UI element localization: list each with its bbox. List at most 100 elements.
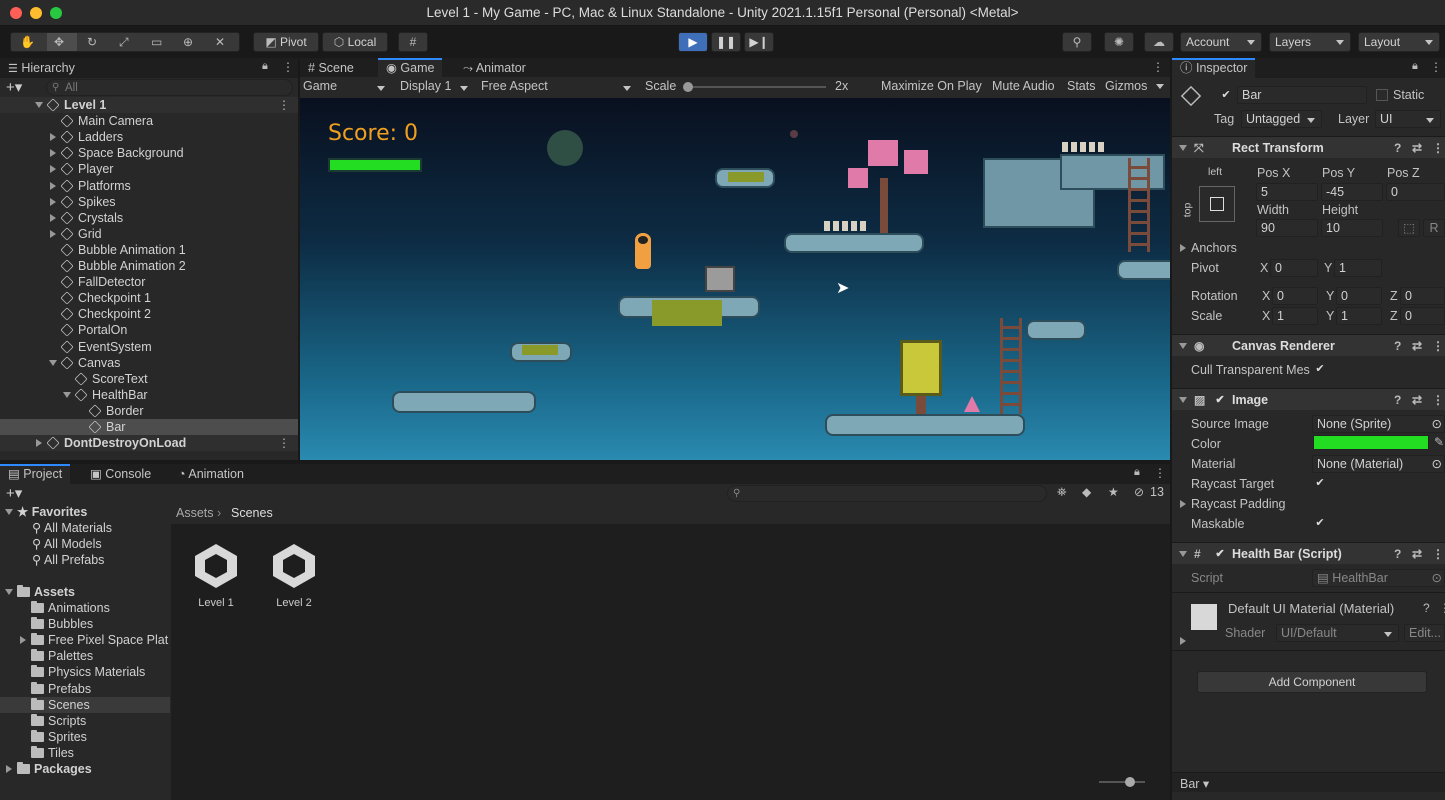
display-dropdown[interactable]: Display 1 [400, 79, 474, 93]
health-bar-script-header[interactable]: # ✔ Health Bar (Script) ? ⇄ ⋮ [1172, 542, 1445, 564]
active-checkbox[interactable]: ✔ [1220, 89, 1232, 101]
asset-folder-item[interactable]: Free Pixel Space Plat [0, 632, 170, 648]
posz-field[interactable]: 0 [1386, 183, 1445, 201]
pivot-y-field[interactable]: 1 [1334, 259, 1382, 277]
maskable-checkbox[interactable]: ✔ [1314, 517, 1326, 529]
lock-icon[interactable]: 🔒︎ [1412, 60, 1418, 73]
local-toggle[interactable]: ⬡ Local [322, 32, 388, 52]
help-icon[interactable]: ? [1394, 137, 1401, 159]
object-name-field[interactable]: Bar [1237, 86, 1367, 104]
hierarchy-item[interactable]: EventSystem [0, 339, 298, 355]
object-picker-icon[interactable]: ⊙ [1432, 416, 1442, 432]
preview-target-dropdown[interactable]: Bar ▾ [1180, 776, 1209, 791]
icon-size-slider-handle[interactable] [1125, 777, 1135, 787]
blueprint-mode-button[interactable]: ⬚ [1398, 219, 1420, 237]
scale-slider-handle[interactable] [683, 82, 693, 92]
expand-icon[interactable] [50, 229, 56, 238]
lock-icon[interactable]: 🔒︎ [1134, 466, 1140, 479]
hierarchy-item[interactable]: HealthBar [0, 387, 298, 403]
expand-icon[interactable] [49, 359, 57, 366]
layer-dropdown[interactable]: UI [1375, 110, 1441, 128]
menu-kebab-icon[interactable]: ⋮ [278, 97, 290, 113]
scale-x-field[interactable]: 1 [1272, 307, 1318, 325]
tab-animator[interactable]: ⤳ Animator [455, 58, 534, 78]
menu-kebab-icon[interactable]: ⋮ [1152, 60, 1164, 74]
breadcrumb-assets[interactable]: Assets [176, 506, 214, 520]
anchor-presets-button[interactable] [1199, 186, 1235, 222]
expand-icon[interactable] [50, 213, 56, 222]
menu-kebab-icon[interactable]: ⋮ [1432, 335, 1444, 357]
rotate-tool-icon[interactable]: ↻ [87, 33, 97, 51]
asset-folder-item[interactable]: Physics Materials [0, 664, 170, 680]
expand-icon[interactable] [50, 133, 56, 142]
hierarchy-item[interactable]: Player [0, 161, 298, 177]
rotation-x-field[interactable]: 0 [1272, 287, 1318, 305]
menu-kebab-icon[interactable]: ⋮ [282, 60, 294, 74]
menu-kebab-icon[interactable]: ⋮ [1439, 601, 1445, 615]
project-search-input[interactable]: ⚲ [727, 485, 1047, 502]
asset-folder-item[interactable]: Scenes [0, 696, 170, 713]
presets-icon[interactable]: ⇄ [1412, 543, 1422, 565]
raw-edit-button[interactable]: R [1423, 219, 1445, 237]
add-component-button[interactable]: Add Component [1197, 671, 1427, 693]
favorite-item[interactable]: ⚲ All Materials [32, 520, 112, 536]
stats-toggle[interactable]: Stats [1067, 79, 1096, 93]
grid-snap-button[interactable]: # [398, 32, 428, 52]
help-icon[interactable]: ? [1423, 601, 1430, 615]
posx-field[interactable]: 5 [1256, 183, 1318, 201]
expand-icon[interactable] [36, 439, 42, 448]
cull-transparent-checkbox[interactable]: ✔ [1314, 363, 1326, 375]
hierarchy-item[interactable]: ScoreText [0, 371, 298, 387]
eyedropper-icon[interactable]: ✎ [1434, 435, 1444, 449]
create-asset-button[interactable]: +▾ [6, 484, 22, 502]
tab-console[interactable]: ▣ Console [82, 464, 159, 484]
hierarchy-item[interactable]: Checkpoint 2 [0, 306, 298, 322]
anchors-foldout[interactable]: Anchors [1180, 241, 1237, 255]
account-dropdown[interactable]: Account [1180, 32, 1262, 52]
assets-header[interactable]: Assets [5, 584, 75, 600]
asset-folder-item[interactable]: Animations [0, 600, 170, 616]
breadcrumb-scenes[interactable]: Scenes [231, 506, 273, 520]
shader-edit-button[interactable]: Edit... [1404, 624, 1445, 642]
icon-size-slider[interactable] [1099, 781, 1145, 783]
hidden-count-icon[interactable]: ⊘ [1134, 485, 1144, 499]
aspect-dropdown[interactable]: Free Aspect [481, 79, 637, 93]
packages-header[interactable]: Packages [6, 761, 92, 777]
maximize-on-play-toggle[interactable]: Maximize On Play [881, 79, 982, 93]
hierarchy-item[interactable]: PortalOn [0, 322, 298, 338]
rotation-y-field[interactable]: 0 [1336, 287, 1382, 305]
menu-kebab-icon[interactable]: ⋮ [1430, 60, 1442, 74]
help-icon[interactable]: ? [1394, 389, 1401, 411]
color-swatch[interactable] [1313, 435, 1429, 450]
tab-animation[interactable]: ◔ Animation [170, 464, 252, 484]
move-tool-icon[interactable]: ✥ [54, 33, 64, 51]
asset-scene-level-1[interactable]: Level 1 [187, 540, 245, 612]
play-button[interactable]: ▶ [678, 32, 708, 52]
menu-kebab-icon[interactable]: ⋮ [1432, 389, 1444, 411]
hierarchy-item[interactable]: Bubble Animation 2 [0, 258, 298, 274]
help-icon[interactable]: ? [1394, 335, 1401, 357]
canvas-renderer-header[interactable]: ◉ Canvas Renderer ? ⇄ ⋮ [1172, 334, 1445, 356]
posy-field[interactable]: -45 [1321, 183, 1383, 201]
expand-icon[interactable] [50, 149, 56, 158]
hierarchy-item[interactable]: Bubble Animation 1 [0, 242, 298, 258]
height-field[interactable]: 10 [1321, 219, 1383, 237]
hierarchy-item[interactable]: Grid [0, 226, 298, 242]
mute-audio-toggle[interactable]: Mute Audio [992, 79, 1055, 93]
hierarchy-item[interactable]: Canvas [0, 355, 298, 371]
hierarchy-item[interactable]: Border [0, 403, 298, 419]
cloud-button[interactable]: ☁ [1144, 32, 1174, 52]
tag-dropdown[interactable]: Untagged [1241, 110, 1322, 128]
star-icon[interactable]: ★ [1108, 485, 1119, 499]
expand-icon[interactable] [50, 197, 56, 206]
raycast-target-checkbox[interactable]: ✔ [1314, 477, 1326, 489]
script-enabled-checkbox[interactable]: ✔ [1214, 548, 1226, 560]
game-viewport[interactable]: Score: 0 ➤ [300, 98, 1170, 460]
asset-folder-item[interactable]: Sprites [0, 729, 170, 745]
asset-folder-item[interactable]: Palettes [0, 648, 170, 664]
hierarchy-search-input[interactable]: ⚲ All [46, 79, 293, 96]
hierarchy-item[interactable]: Platforms [0, 178, 298, 194]
filter-type-icon[interactable]: ⛯ [1057, 485, 1067, 500]
hierarchy-item[interactable]: Spikes [0, 194, 298, 210]
hierarchy-item[interactable]: Crystals [0, 210, 298, 226]
